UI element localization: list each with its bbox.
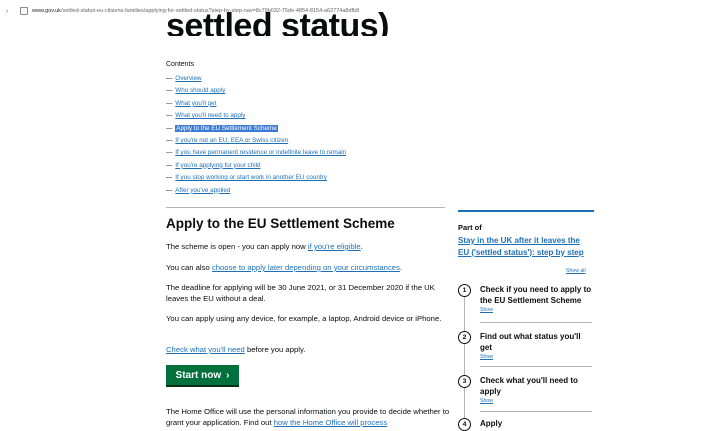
step-title-text: Check what you'll need to apply (480, 376, 578, 396)
url-host: www.gov.uk (32, 8, 61, 14)
section-heading: Apply to the EU Settlement Scheme (166, 216, 395, 231)
paragraph-devices: You can apply using any device, for exam… (166, 314, 442, 323)
contents-heading: Contents (166, 61, 195, 68)
step-number: 4 (458, 418, 471, 431)
page-title: settled status) (166, 7, 389, 36)
step-number: 3 (458, 375, 471, 388)
contents-item[interactable]: — If you have permanent residence or inde… (166, 147, 346, 159)
step-title[interactable]: Apply (480, 419, 593, 430)
part-of-label: Part of (458, 223, 482, 232)
text: before you apply. (244, 345, 306, 354)
contents-link-permanent-residence[interactable]: If you have permanent residence or indef… (175, 149, 346, 156)
text: . (360, 242, 363, 251)
contents-item[interactable]: — Who should apply (166, 85, 346, 97)
lock-icon (20, 7, 28, 15)
contents-item-current[interactable]: — Apply to the EU Settlement Scheme (166, 123, 346, 135)
step-number: 2 (458, 331, 471, 344)
step-title[interactable]: Check if you need to apply to the EU Set… (480, 285, 593, 314)
step-title-text: Check if you need to apply to the EU Set… (480, 285, 592, 305)
contents-item[interactable]: — If you stop working or start work in an… (166, 172, 346, 184)
paragraph-apply-later: You can also choose to apply later depen… (166, 262, 456, 273)
contents-item[interactable]: — Overview (166, 73, 346, 85)
step-by-step-link[interactable]: Stay in the UK after it leaves the EU ('… (458, 235, 592, 258)
step-divider (480, 411, 592, 412)
contents-list: — Overview — Who should apply — What you'll… (166, 73, 346, 197)
step-connector-line (464, 284, 465, 426)
contents-link-who-should-apply[interactable]: Who should apply (175, 87, 225, 94)
contents-link-overview[interactable]: Overview (175, 75, 201, 82)
step-title-text: Find out what status you'll get (480, 332, 581, 352)
step-divider (480, 366, 592, 367)
step-title[interactable]: Check what you'll need to apply Show (480, 376, 593, 405)
contents-item[interactable]: — After you've applied (166, 185, 346, 197)
eligible-link[interactable]: if you're eligible (308, 242, 361, 251)
contents-link-what-youll-need[interactable]: What you'll need to apply (175, 112, 245, 119)
contents-item[interactable]: — What you'll get (166, 98, 346, 110)
home-office-process-link[interactable]: how the Home Office will process (274, 418, 388, 427)
show-all-link[interactable]: Show all (566, 268, 586, 274)
check-what-youll-need-link[interactable]: Check what you'll need (166, 345, 245, 354)
contents-item[interactable]: — What you'll need to apply (166, 110, 346, 122)
step-title[interactable]: Find out what status you'll get Show (480, 332, 593, 361)
step-show-link[interactable]: Show (480, 397, 593, 405)
paragraph-deadline: The deadline for applying will be 30 Jun… (166, 283, 435, 303)
step-show-link[interactable]: Show (480, 306, 593, 314)
back-arrow-icon[interactable]: › (6, 8, 14, 15)
paragraph-check-need: Check what you'll need before you apply. (166, 344, 456, 355)
apply-later-link[interactable]: choose to apply later depending on your … (212, 263, 400, 272)
step-show-link[interactable]: Show (480, 353, 593, 361)
chevron-right-icon: › (226, 369, 230, 381)
text: You can also (166, 263, 212, 272)
contents-link-what-youll-get[interactable]: What you'll get (175, 100, 216, 107)
contents-link-child[interactable]: If you're applying for your child (175, 162, 260, 169)
contents-link-after-applied[interactable]: After you've applied (175, 187, 230, 194)
step-title-text: Apply (480, 419, 503, 428)
step-divider (480, 322, 592, 323)
contents-item[interactable]: — If you're applying for your child (166, 160, 346, 172)
contents-item[interactable]: — If you're not an EU, EEA or Swiss citiz… (166, 135, 346, 147)
start-now-button[interactable]: Start now › (166, 365, 239, 385)
step-number: 1 (458, 284, 471, 297)
sidebar-top-border (458, 210, 594, 212)
text: . (399, 263, 403, 272)
paragraph-personal-info: The Home Office will use the personal in… (166, 406, 456, 428)
start-now-label: Start now (175, 369, 222, 381)
contents-link-not-eu[interactable]: If you're not an EU, EEA or Swiss citize… (175, 137, 288, 144)
contents-link-apply[interactable]: Apply to the EU Settlement Scheme (175, 124, 278, 132)
paragraph-scheme-open: The scheme is open - you can apply now i… (166, 241, 456, 252)
text: The scheme is open - you can apply now (166, 242, 308, 251)
contents-link-stop-working[interactable]: If you stop working or start work in ano… (175, 174, 327, 181)
section-divider (166, 207, 445, 208)
